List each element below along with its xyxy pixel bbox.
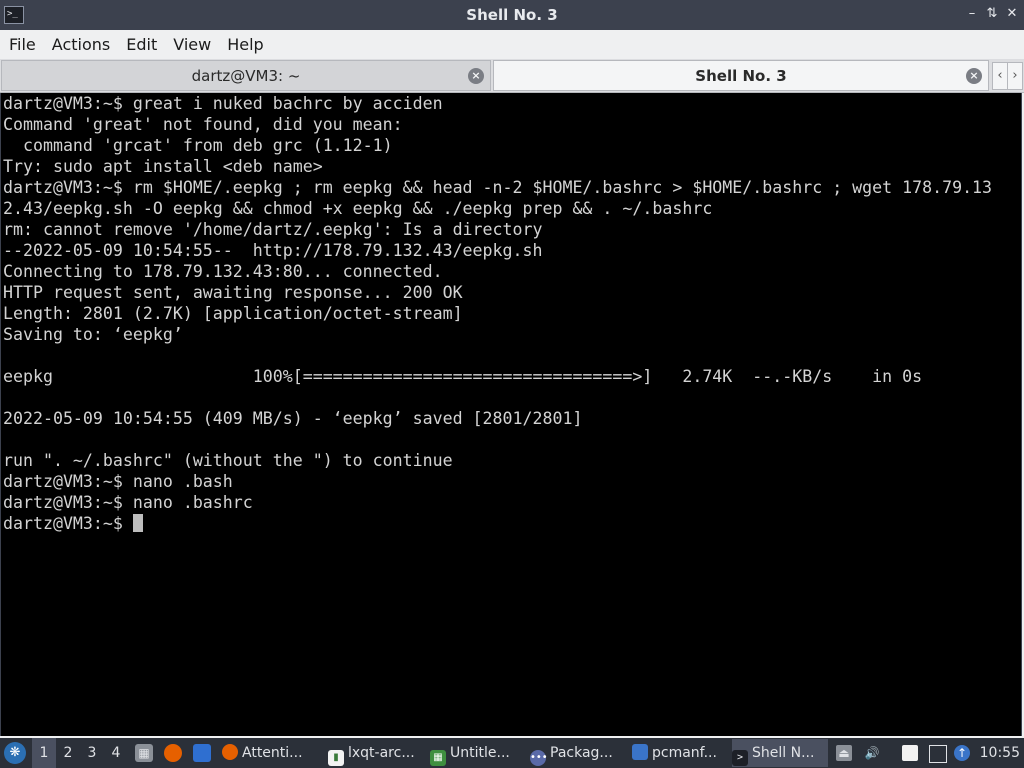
- terminal-line: dartz@VM3:~$ nano .bash: [3, 472, 233, 491]
- terminal-prompt-line[interactable]: dartz@VM3:~$: [1, 513, 1021, 534]
- tab-dartz-vm3[interactable]: dartz@VM3: ~ ×: [1, 60, 491, 91]
- task-label: Untitle...: [450, 745, 510, 761]
- desktop-3[interactable]: 3: [80, 738, 104, 768]
- terminal-line: dartz@VM3:~$ nano .bashrc: [3, 493, 253, 512]
- menu-edit[interactable]: Edit: [118, 30, 165, 59]
- terminal-icon: >: [732, 750, 748, 766]
- terminal-line: dartz@VM3:~$ rm $HOME/.eepkg ; rm eepkg …: [3, 178, 993, 197]
- terminal-line: 2.43/eepkg.sh -O eepkg && chmod +x eepkg…: [3, 199, 713, 218]
- task-lxqt-archiver[interactable]: ▮ lxqt-arc...: [328, 739, 424, 767]
- start-menu-icon[interactable]: ❋: [4, 742, 26, 764]
- terminal-line: 2022-05-09 10:54:55 (409 MB/s) - ‘eepkg’…: [3, 409, 583, 428]
- firefox-icon: [222, 744, 238, 760]
- update-notifier-icon[interactable]: ↑: [954, 745, 970, 761]
- document-icon: ▮: [328, 750, 344, 766]
- task-label: Packag...: [550, 745, 613, 761]
- spreadsheet-icon: ▦: [430, 750, 446, 766]
- task-label: pcmanf...: [652, 745, 717, 761]
- terminal-output[interactable]: dartz@VM3:~$ great i nuked bachrc by acc…: [0, 93, 1022, 736]
- tab-close-icon[interactable]: ×: [468, 68, 484, 84]
- terminal-line: HTTP request sent, awaiting response... …: [3, 283, 463, 302]
- tab-shell-no-3[interactable]: Shell No. 3 ×: [493, 60, 989, 91]
- terminal-line: eepkg 100%[=============================…: [3, 367, 923, 386]
- terminal-line: rm: cannot remove '/home/dartz/.eepkg': …: [3, 220, 543, 239]
- show-desktop-icon[interactable]: [193, 744, 211, 762]
- desktop-1[interactable]: 1: [32, 738, 56, 768]
- tab-bar: dartz@VM3: ~ × Shell No. 3 × ‹ ›: [0, 59, 1024, 93]
- firefox-launcher-icon[interactable]: [164, 744, 182, 762]
- task-label: Shell N...: [752, 745, 815, 761]
- file-manager-launcher-icon[interactable]: ▦: [135, 744, 153, 762]
- task-pcmanfm[interactable]: pcmanf...: [632, 739, 728, 767]
- package-icon: •••: [530, 750, 548, 766]
- window-title: Shell No. 3: [466, 6, 558, 24]
- task-firefox[interactable]: Attenti...: [222, 739, 322, 767]
- menu-file[interactable]: File: [1, 30, 44, 59]
- tab-scroll-right-icon[interactable]: ›: [1007, 62, 1023, 90]
- text-cursor: [132, 514, 143, 532]
- taskbar: ❋ 1 2 3 4 ▦ Attenti... ▮ lxqt-arc... ▦ Unt…: [0, 738, 1024, 768]
- task-untitled-spreadsheet[interactable]: ▦ Untitle...: [430, 739, 524, 767]
- menu-actions[interactable]: Actions: [44, 30, 118, 59]
- menu-bar: File Actions Edit View Help: [0, 30, 1024, 59]
- terminal-line: Command 'great' not found, did you mean:: [3, 115, 403, 134]
- terminal-line: --2022-05-09 10:54:55-- http://178.79.13…: [3, 241, 543, 260]
- task-label: lxqt-arc...: [348, 745, 415, 761]
- terminal-line: Saving to: ‘eepkg’: [3, 325, 183, 344]
- minimize-icon[interactable]: –: [964, 6, 980, 22]
- tab-close-icon[interactable]: ×: [966, 68, 982, 84]
- tab-scroll-left-icon[interactable]: ‹: [992, 62, 1008, 90]
- menu-view[interactable]: View: [165, 30, 219, 59]
- maximize-icon[interactable]: ⇅: [984, 6, 1000, 22]
- clock[interactable]: 10:55: [980, 738, 1020, 768]
- eject-icon[interactable]: ⏏: [836, 745, 852, 761]
- terminal-line: Try: sudo apt install <deb name>: [3, 157, 323, 176]
- terminal-line: command 'grcat' from deb grc (1.12-1): [3, 136, 393, 155]
- tab-label: Shell No. 3: [695, 67, 787, 85]
- terminal-prompt: dartz@VM3:~$: [3, 514, 133, 533]
- title-bar[interactable]: >_ Shell No. 3 – ⇅ ✕: [0, 0, 1024, 30]
- terminal-window: >_ Shell No. 3 – ⇅ ✕ File Actions Edit View…: [0, 0, 1024, 738]
- network-icon[interactable]: [929, 745, 947, 763]
- task-shell-no-3[interactable]: > Shell N...: [732, 739, 828, 767]
- volume-icon[interactable]: 🔊: [864, 745, 880, 761]
- task-label: Attenti...: [242, 745, 303, 761]
- desktop-2[interactable]: 2: [56, 738, 80, 768]
- close-icon[interactable]: ✕: [1004, 6, 1020, 22]
- menu-help[interactable]: Help: [219, 30, 271, 59]
- terminal-line: Length: 2801 (2.7K) [application/octet-s…: [3, 304, 463, 323]
- clipboard-icon[interactable]: [902, 745, 918, 761]
- terminal-line: Connecting to 178.79.132.43:80... connec…: [3, 262, 443, 281]
- terminal-line: dartz@VM3:~$ great i nuked bachrc by acc…: [3, 94, 443, 113]
- tab-label: dartz@VM3: ~: [191, 67, 301, 85]
- terminal-line: run ". ~/.bashrc" (without the ") to con…: [3, 451, 453, 470]
- folder-icon: [632, 744, 648, 760]
- task-package-manager[interactable]: ••• Packag...: [530, 739, 626, 767]
- desktop-4[interactable]: 4: [104, 738, 128, 768]
